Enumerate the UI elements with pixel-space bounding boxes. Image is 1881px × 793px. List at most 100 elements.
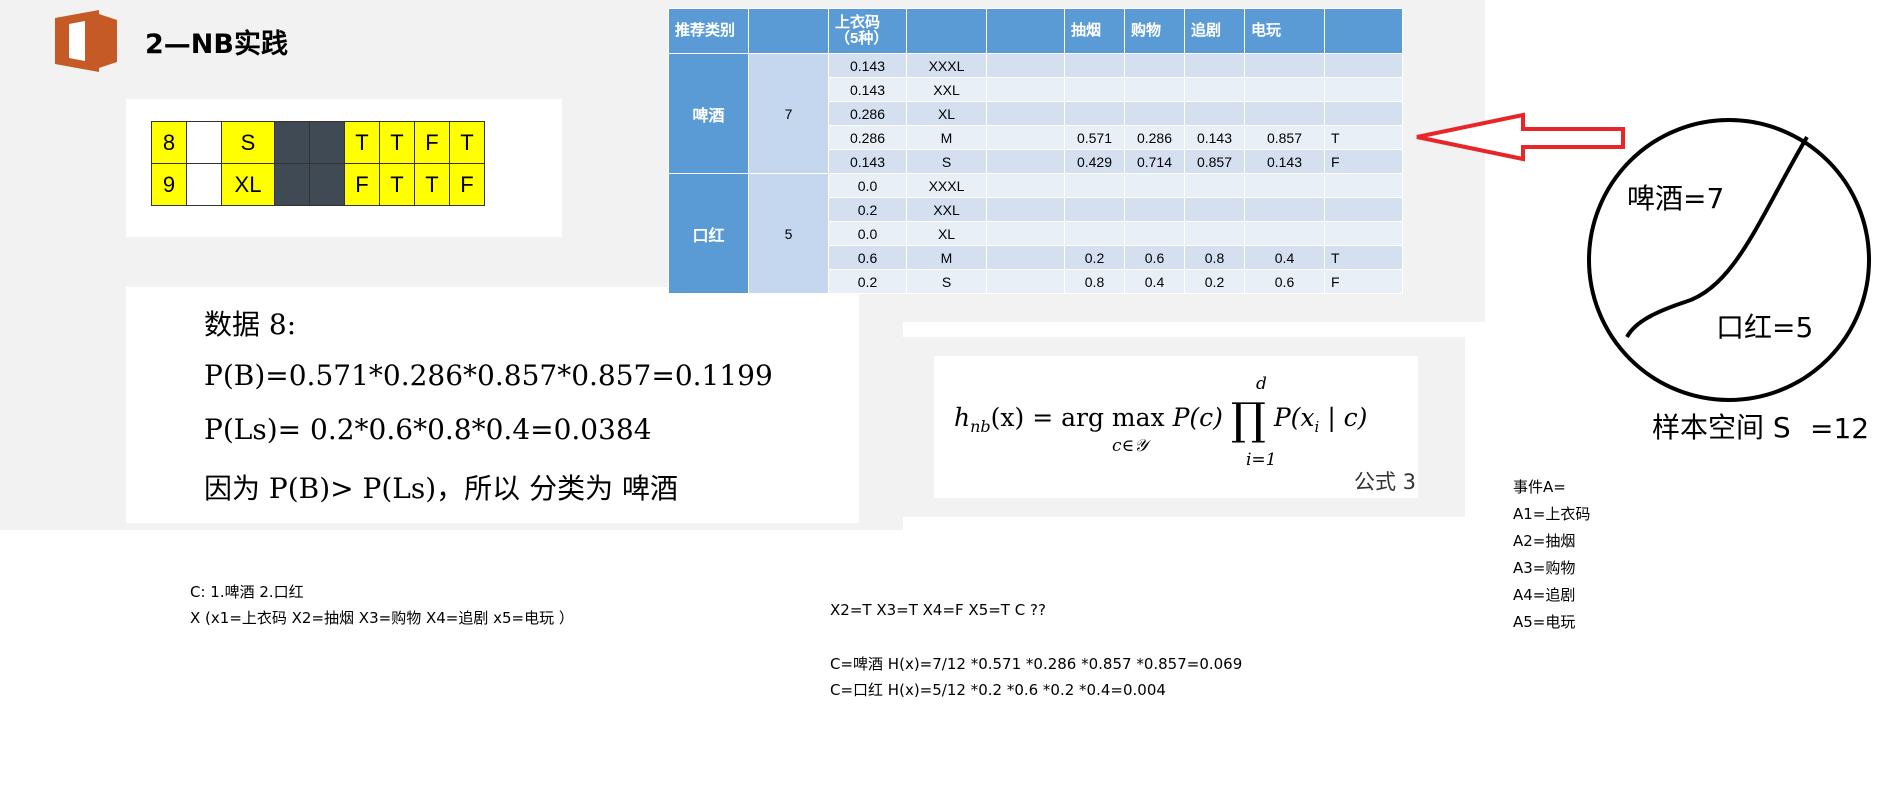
cell: F <box>1324 269 1403 294</box>
mini-cell: S <box>221 121 275 164</box>
formula-prod-bottom: i=1 <box>1246 450 1277 470</box>
header-category: 推荐类别 <box>668 8 749 54</box>
cell: M <box>906 245 987 270</box>
formula-prior: P(c) <box>1172 403 1223 432</box>
cell <box>1324 197 1403 222</box>
table-header-row: 推荐类别 上衣码（5种） 抽烟 购物 追剧 电玩 <box>668 8 1403 54</box>
cell: 0.143 <box>828 149 907 174</box>
sample-space-circle <box>1587 118 1871 402</box>
cell: S <box>906 149 987 174</box>
header-game: 电玩 <box>1244 8 1325 54</box>
mini-cell: 9 <box>151 163 187 206</box>
formula-given: | c) <box>1327 403 1368 432</box>
formula-lhs-sub: nb <box>970 417 991 436</box>
cell <box>1244 77 1325 102</box>
product-icon: ∏ <box>1230 394 1266 445</box>
header-blank <box>1324 8 1403 54</box>
cell <box>986 197 1065 222</box>
cell <box>986 245 1065 270</box>
cell <box>986 173 1065 198</box>
cell <box>986 77 1065 102</box>
event-item: A1=上衣码 <box>1513 505 1591 523</box>
mini-cell-redacted <box>186 121 222 164</box>
cell: S <box>906 269 987 294</box>
cell <box>1184 101 1245 126</box>
formula-tag: 公式 3 <box>1354 470 1417 494</box>
cell <box>986 149 1065 174</box>
cell <box>1064 101 1125 126</box>
beer-count-label: 啤酒=7 <box>1627 182 1725 215</box>
mini-cell-redacted <box>309 163 345 206</box>
cell <box>1324 101 1403 126</box>
category-lipstick: 口红 <box>668 173 749 294</box>
cell: XXL <box>906 197 987 222</box>
count-lipstick: 5 <box>748 173 829 294</box>
cell: 0.571 <box>1064 125 1125 150</box>
event-item: A5=电玩 <box>1513 613 1576 631</box>
header-smoke: 抽烟 <box>1064 8 1125 54</box>
sample-space-label: 样本空间 S <box>1652 411 1791 444</box>
cell <box>1244 197 1325 222</box>
mini-cell: F <box>449 163 485 206</box>
mini-cell: T <box>344 121 380 164</box>
cell <box>1244 173 1325 198</box>
beer-score-note: C=啤酒 H(x)=7/12 *0.571 *0.286 *0.857 *0.8… <box>830 655 1243 673</box>
cell: 0.143 <box>1184 125 1245 150</box>
cell: 0.6 <box>1244 269 1325 294</box>
cell: 0.857 <box>1244 125 1325 150</box>
mini-cell: T <box>414 163 450 206</box>
cell: 0.429 <box>1064 149 1125 174</box>
formula-sub-i: i <box>1314 418 1320 436</box>
cell: 0.4 <box>1244 245 1325 270</box>
cell: XL <box>906 101 987 126</box>
calc-beer: P(B)=0.571*0.286*0.857*0.857=0.1199 <box>204 359 773 392</box>
probability-table: 推荐类别 上衣码（5种） 抽烟 购物 追剧 电玩 啤酒 7 0.143 XXXL… <box>668 8 1403 294</box>
cell: XL <box>906 221 987 246</box>
cell: 0.8 <box>1064 269 1125 294</box>
cell: 0.286 <box>828 101 907 126</box>
cell <box>1184 77 1245 102</box>
mini-cell: T <box>449 121 485 164</box>
event-item: A4=追剧 <box>1513 586 1576 604</box>
mini-cell-redacted <box>274 163 310 206</box>
header-blank <box>748 8 829 54</box>
calc-lipstick: P(Ls)= 0.2*0.6*0.8*0.4=0.0384 <box>204 413 652 446</box>
cell: M <box>906 125 987 150</box>
cell <box>1064 221 1125 246</box>
calc-heading: 数据 8: <box>204 308 297 341</box>
cell <box>1184 173 1245 198</box>
cell: 0.2 <box>1184 269 1245 294</box>
cell: 0.143 <box>828 77 907 102</box>
formula-prod-top: d <box>1256 374 1267 394</box>
sample-rows-table: 8 S T T F T 9 XL F T T F <box>151 121 485 206</box>
cell <box>1244 101 1325 126</box>
cell <box>1324 77 1403 102</box>
calculation-panel: 数据 8: P(B)=0.571*0.286*0.857*0.857=0.119… <box>126 287 859 523</box>
mini-cell-redacted <box>186 163 222 206</box>
formula-lhs: h <box>954 403 971 432</box>
cell <box>1124 53 1185 78</box>
sample-row-9: 9 XL F T T F <box>151 163 485 206</box>
cell: 0.2 <box>1064 245 1125 270</box>
cell: T <box>1324 125 1403 150</box>
lipstick-score-note: C=口红 H(x)=5/12 *0.2 *0.6 *0.2 *0.4=0.004 <box>830 681 1166 699</box>
cell: 0.6 <box>1124 245 1185 270</box>
cell: XXL <box>906 77 987 102</box>
event-item: A2=抽烟 <box>1513 532 1576 550</box>
formula-argmax: (x) = arg max <box>990 403 1165 432</box>
mini-cell: T <box>379 121 415 164</box>
cell <box>1064 77 1125 102</box>
cell <box>1064 173 1125 198</box>
cell: XXXL <box>906 173 987 198</box>
cell: 0.8 <box>1184 245 1245 270</box>
cell <box>1124 101 1185 126</box>
cell: 0.2 <box>828 269 907 294</box>
formula-expression: hnb(x) = arg max P(c) ∏ P(xi | c) <box>954 394 1367 445</box>
cell <box>986 53 1065 78</box>
sample-rows-panel: 8 S T T F T 9 XL F T T F <box>126 99 562 237</box>
cell: 0.714 <box>1124 149 1185 174</box>
header-blank <box>906 8 987 54</box>
header-shop: 购物 <box>1124 8 1185 54</box>
cell: 0.6 <box>828 245 907 270</box>
cell: 0.857 <box>1184 149 1245 174</box>
